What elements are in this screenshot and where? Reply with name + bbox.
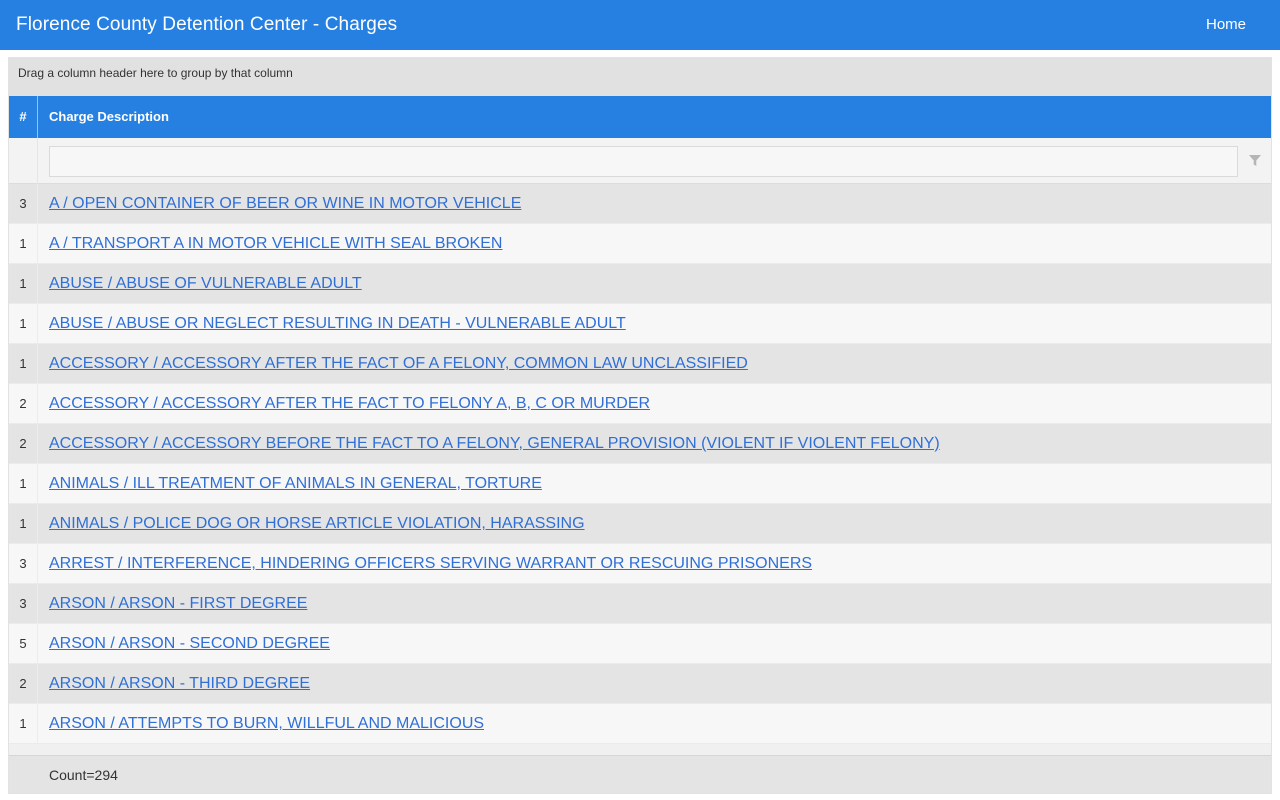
charge-description-link[interactable]: ANIMALS / POLICE DOG OR HORSE ARTICLE VI… [49,504,585,544]
table-row[interactable]: 3 A / OPEN CONTAINER OF BEER OR WINE IN M… [9,184,1271,224]
row-count-cell: 1 [9,504,38,543]
charge-description-filter-input[interactable] [49,146,1238,177]
table-row[interactable]: 3 ARSON / ARSON - FIRST DEGREE [9,584,1271,624]
grid-rows: 3 A / OPEN CONTAINER OF BEER OR WINE IN M… [9,184,1271,744]
charges-grid: Drag a column header here to group by th… [8,57,1272,794]
home-link[interactable]: Home [1206,16,1246,33]
charge-description-link[interactable]: ACCESSORY / ACCESSORY AFTER THE FACT OF … [49,344,748,384]
charge-description-link[interactable]: ACCESSORY / ACCESSORY BEFORE THE FACT TO… [49,424,940,464]
top-navbar: Florence County Detention Center - Charg… [0,0,1280,50]
table-row[interactable]: 1 A / TRANSPORT A IN MOTOR VEHICLE WITH S… [9,224,1271,264]
charge-description-link[interactable]: ANIMALS / ILL TREATMENT OF ANIMALS IN GE… [49,464,542,504]
table-row[interactable]: 1 ABUSE / ABUSE OR NEGLECT RESULTING IN D… [9,304,1271,344]
grid-header: # Charge Description [9,96,1271,138]
table-row[interactable]: 1 ANIMALS / POLICE DOG OR HORSE ARTICLE V… [9,504,1271,544]
row-count-cell: 1 [9,704,38,743]
filter-cell-count [9,138,38,184]
charge-description-link[interactable]: A / OPEN CONTAINER OF BEER OR WINE IN MO… [49,184,521,224]
row-count-cell: 1 [9,464,38,503]
charge-description-link[interactable]: ARSON / ARSON - FIRST DEGREE [49,584,307,624]
column-header-count[interactable]: # [9,96,38,138]
row-count-cell: 1 [9,224,38,263]
row-count-cell: 3 [9,184,38,223]
filter-row [9,138,1271,184]
row-count-cell: 2 [9,424,38,463]
row-count-cell: 2 [9,664,38,703]
charge-description-link[interactable]: ARREST / INTERFERENCE, HINDERING OFFICER… [49,544,812,584]
table-row[interactable]: 2 ARSON / ARSON - THIRD DEGREE [9,664,1271,704]
table-row[interactable]: 2 ACCESSORY / ACCESSORY AFTER THE FACT TO… [9,384,1271,424]
charge-description-link[interactable]: ARSON / ARSON - SECOND DEGREE [49,624,330,664]
table-row[interactable]: 1 ABUSE / ABUSE OF VULNERABLE ADULT [9,264,1271,304]
table-row[interactable]: 3 ARREST / INTERFERENCE, HINDERING OFFICE… [9,544,1271,584]
funnel-icon[interactable] [1249,155,1261,167]
page-title: Florence County Detention Center - Charg… [16,14,398,35]
row-count-cell: 3 [9,584,38,623]
row-count-cell: 5 [9,624,38,663]
row-count-cell: 1 [9,264,38,303]
charge-description-link[interactable]: ARSON / ARSON - THIRD DEGREE [49,664,310,704]
group-by-panel[interactable]: Drag a column header here to group by th… [9,58,1271,96]
table-row[interactable]: 1 ARSON / ATTEMPTS TO BURN, WILLFUL AND M… [9,704,1271,744]
row-count-cell: 2 [9,384,38,423]
table-row[interactable]: 2 ACCESSORY / ACCESSORY BEFORE THE FACT T… [9,424,1271,464]
charge-description-link[interactable]: A / TRANSPORT A IN MOTOR VEHICLE WITH SE… [49,224,502,264]
charge-description-link[interactable]: ABUSE / ABUSE OR NEGLECT RESULTING IN DE… [49,304,626,344]
grid-footer: Count=294 [9,755,1271,793]
charge-description-link[interactable]: ARSON / ATTEMPTS TO BURN, WILLFUL AND MA… [49,704,484,744]
column-header-charge-description[interactable]: Charge Description [49,96,169,138]
row-count-cell: 3 [9,544,38,583]
row-count-cell: 1 [9,304,38,343]
charge-description-link[interactable]: ABUSE / ABUSE OF VULNERABLE ADULT [49,264,362,304]
table-row[interactable]: 5 ARSON / ARSON - SECOND DEGREE [9,624,1271,664]
table-row[interactable]: 1 ANIMALS / ILL TREATMENT OF ANIMALS IN G… [9,464,1271,504]
record-count: Count=294 [49,767,118,783]
charge-description-link[interactable]: ACCESSORY / ACCESSORY AFTER THE FACT TO … [49,384,650,424]
row-count-cell: 1 [9,344,38,383]
table-row[interactable]: 1 ACCESSORY / ACCESSORY AFTER THE FACT OF… [9,344,1271,384]
